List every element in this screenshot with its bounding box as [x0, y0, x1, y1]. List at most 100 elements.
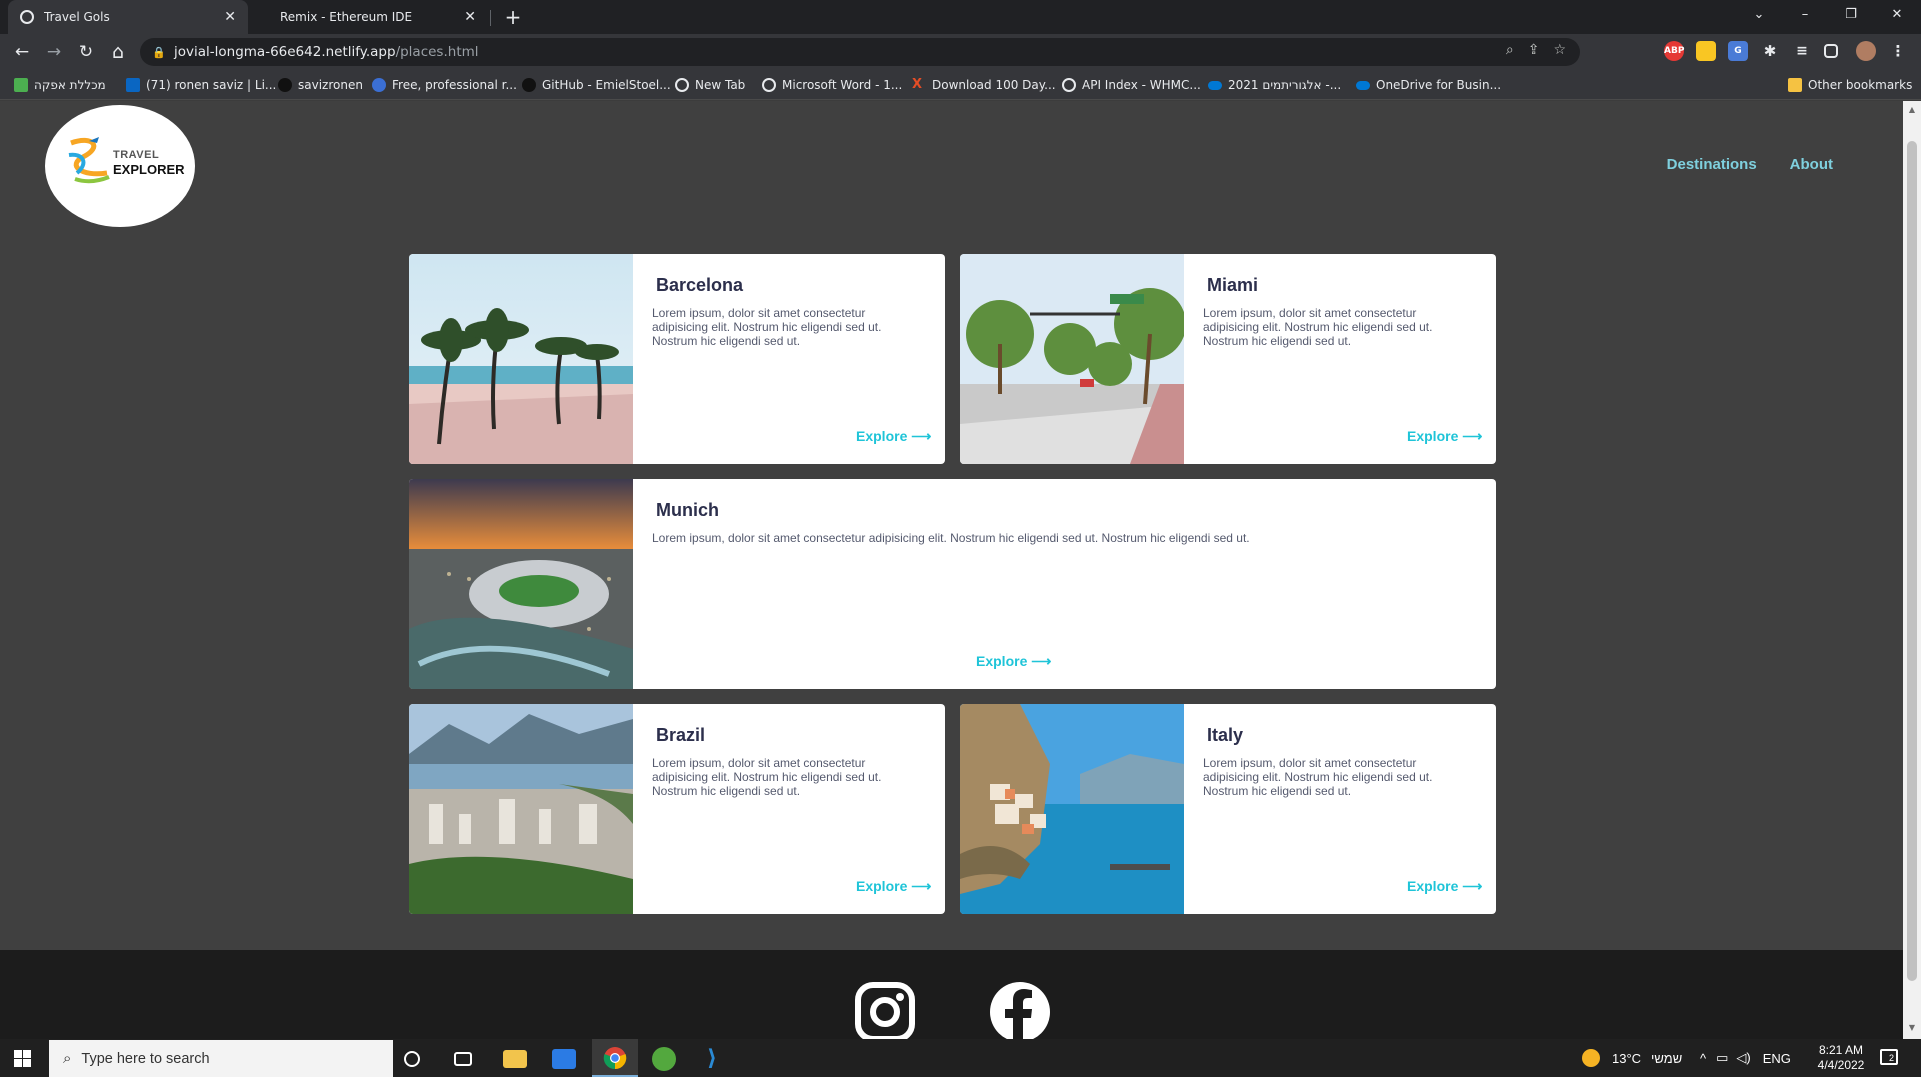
explore-link[interactable]: Explore ⟶: [856, 878, 931, 895]
bookmark-item[interactable]: Free, professional r...: [372, 76, 517, 94]
other-bookmarks[interactable]: Other bookmarks: [1788, 76, 1912, 94]
bookmark-label: API Index - WHMC...: [1082, 78, 1201, 92]
side-panel-icon[interactable]: [1824, 44, 1838, 58]
page-scrollbar[interactable]: ▲ ▼: [1903, 101, 1921, 1039]
bookmark-item[interactable]: מכללת אפקה: [14, 76, 106, 94]
bookmark-label: מכללת אפקה: [34, 78, 106, 92]
translate-icon[interactable]: G: [1728, 41, 1748, 61]
reload-icon[interactable]: ↻: [74, 40, 98, 64]
close-icon[interactable]: ✕: [464, 9, 476, 25]
notification-icon[interactable]: 2: [1880, 1049, 1898, 1065]
scroll-down-icon[interactable]: ▼: [1907, 1023, 1917, 1033]
back-icon[interactable]: ←: [10, 40, 34, 64]
card-italy: Italy Lorem ipsum, dolor sit amet consec…: [960, 704, 1496, 914]
reading-list-icon[interactable]: ≡: [1792, 41, 1812, 61]
menu-dots-icon[interactable]: ⋮: [1888, 41, 1908, 61]
volume-icon[interactable]: ◁): [1736, 1050, 1750, 1066]
card-barcelona: Barcelona Lorem ipsum, dolor sit amet co…: [409, 254, 945, 464]
munich-photo: [409, 479, 633, 689]
card-description: Lorem ipsum, dolor sit amet consectetur …: [652, 531, 1250, 545]
sun-icon: [1582, 1049, 1600, 1067]
bookmark-label: (71) ronen saviz | Li...: [146, 78, 277, 92]
linkedin-icon: [126, 78, 140, 92]
taskbar-search-input[interactable]: ⌕ Type here to search: [49, 1040, 393, 1077]
notification-count: 2: [1889, 1053, 1895, 1063]
cloud-icon: [1208, 80, 1222, 90]
taskbar-clock[interactable]: 8:21 AM 4/4/2022: [1806, 1043, 1876, 1073]
zoom-icon[interactable]: ⌕: [1506, 42, 1514, 58]
new-tab-button[interactable]: +: [500, 4, 526, 30]
star-icon[interactable]: ☆: [1553, 42, 1566, 58]
weather-widget[interactable]: 13°C שמשי: [1582, 1039, 1682, 1077]
logo-text-bottom: EXPLORER: [113, 162, 185, 177]
github-icon: [278, 78, 292, 92]
chrome-icon: [603, 1047, 627, 1070]
italy-photo: [960, 704, 1184, 914]
globe-icon: [675, 78, 689, 92]
bookmark-item[interactable]: X Download 100 Day...: [912, 76, 1056, 94]
bookmark-label: GitHub - EmielStoel...: [542, 78, 671, 92]
store-icon[interactable]: [552, 1049, 576, 1069]
logo-text-top: TRAVEL: [113, 149, 160, 161]
task-view-icon[interactable]: [454, 1052, 472, 1066]
bookmark-label: אלגוריתמים 2021 -...: [1228, 78, 1342, 92]
explore-link[interactable]: Explore ⟶: [1407, 428, 1482, 445]
folder-icon: [1788, 78, 1802, 92]
windows-start-icon[interactable]: [14, 1050, 31, 1067]
bookmark-label: Free, professional r...: [392, 78, 517, 92]
close-icon[interactable]: ✕: [224, 9, 236, 25]
card-description: Lorem ipsum, dolor sit amet consectetur …: [652, 756, 882, 798]
card-title: Miami: [1207, 275, 1259, 295]
puzzle-icon[interactable]: ✱: [1760, 41, 1780, 61]
scroll-thumb[interactable]: [1907, 141, 1917, 981]
chevron-up-icon[interactable]: ^: [1700, 1051, 1706, 1066]
cortana-icon[interactable]: [404, 1051, 420, 1067]
browser-toolbar: ← → ↻ ⌂ 🔒 jovial-longma-66e642.netlify.a…: [0, 34, 1921, 70]
file-explorer-icon[interactable]: [503, 1050, 527, 1068]
tab-remix[interactable]: Remix - Ethereum IDE ✕: [268, 0, 488, 34]
card-miami: Miami Lorem ipsum, dolor sit amet consec…: [960, 254, 1496, 464]
instagram-icon[interactable]: [855, 982, 915, 1039]
bookmark-label: New Tab: [695, 78, 746, 92]
tab-search-chevron-icon[interactable]: ⌄: [1736, 0, 1782, 30]
chrome-taskbar-button[interactable]: [592, 1039, 638, 1077]
minimize-button[interactable]: –: [1782, 0, 1828, 30]
scroll-up-icon[interactable]: ▲: [1907, 105, 1917, 115]
explore-link[interactable]: Explore ⟶: [976, 653, 1051, 670]
card-description: Lorem ipsum, dolor sit amet consectetur …: [652, 306, 882, 348]
avatar[interactable]: [1856, 41, 1876, 61]
globe-icon: [20, 10, 34, 24]
share-icon[interactable]: ⇪: [1528, 42, 1540, 58]
forward-icon[interactable]: →: [42, 40, 66, 64]
address-bar[interactable]: 🔒 jovial-longma-66e642.netlify.app /plac…: [140, 38, 1580, 66]
nav-destinations[interactable]: Destinations: [1667, 156, 1757, 173]
vscode-icon[interactable]: ⟩: [700, 1047, 724, 1071]
explore-link[interactable]: Explore ⟶: [1407, 878, 1482, 895]
bookmark-item[interactable]: Microsoft Word - 1...: [762, 76, 902, 94]
tab-travel-gols[interactable]: Travel Gols ✕: [8, 0, 248, 34]
weather-temp: 13°C: [1612, 1050, 1642, 1066]
explore-link[interactable]: Explore ⟶: [856, 428, 931, 445]
bookmark-item[interactable]: API Index - WHMC...: [1062, 76, 1201, 94]
utorrent-icon[interactable]: [652, 1047, 676, 1071]
facebook-icon[interactable]: [990, 982, 1050, 1039]
bookmark-item[interactable]: OneDrive for Busin...: [1356, 76, 1501, 94]
bookmark-label: Microsoft Word - 1...: [782, 78, 903, 92]
restore-button[interactable]: ❐: [1828, 0, 1874, 30]
home-icon[interactable]: ⌂: [106, 40, 130, 64]
site-logo[interactable]: TRAVEL EXPLORER: [45, 105, 195, 227]
nav-about[interactable]: About: [1790, 156, 1833, 173]
globe-path-icon: [68, 137, 110, 184]
bookmark-item[interactable]: GitHub - EmielStoel...: [522, 76, 671, 94]
bookmark-item[interactable]: (71) ronen saviz | Li...: [126, 76, 276, 94]
network-icon[interactable]: ▭: [1716, 1050, 1728, 1066]
window-close-button[interactable]: ✕: [1874, 0, 1920, 30]
clock-time: 8:21 AM: [1818, 1043, 1864, 1057]
bookmark-item[interactable]: savizronen: [278, 76, 363, 94]
adblock-icon[interactable]: ABP: [1664, 41, 1684, 61]
extension-notes-icon[interactable]: [1696, 41, 1716, 61]
bookmark-item[interactable]: אלגוריתמים 2021 -...: [1208, 76, 1341, 94]
c-icon: [372, 78, 386, 92]
language-indicator[interactable]: ENG: [1763, 1051, 1791, 1066]
bookmark-item[interactable]: New Tab: [675, 76, 745, 94]
